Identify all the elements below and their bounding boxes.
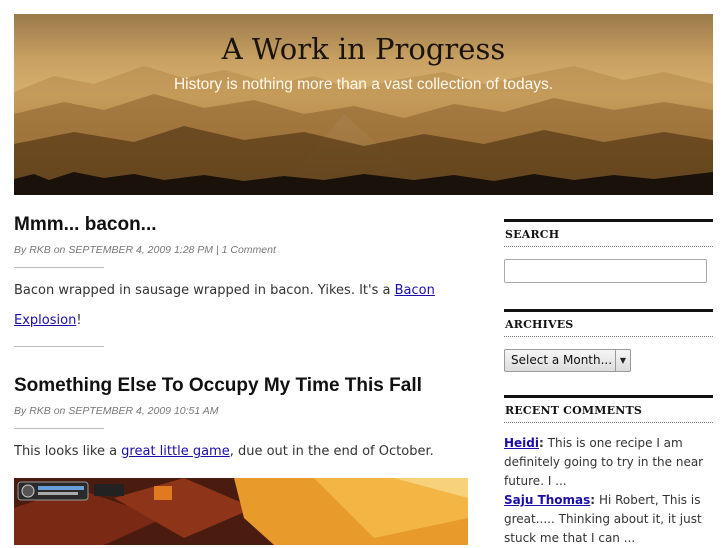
post-body-text: Bacon wrapped in sausage wrapped in baco… xyxy=(14,283,395,298)
comment-author-link[interactable]: Saju Thomas xyxy=(504,493,590,507)
post-author: RKB xyxy=(29,244,51,256)
recent-comment-item: Heidi: This is one recipe I am definitel… xyxy=(504,436,704,488)
search-widget: SEARCH xyxy=(504,219,713,247)
archives-select[interactable]: Select a Month... ▼ xyxy=(504,349,631,372)
post-title[interactable]: Something Else To Occupy My Time This Fa… xyxy=(14,375,422,397)
meta-separator: | xyxy=(215,244,219,256)
recent-comments-heading: RECENT COMMENTS xyxy=(504,395,713,423)
post-meta: By RKB on SEPTEMBER 4, 2009 10:51 AM xyxy=(14,405,219,417)
search-input[interactable] xyxy=(504,259,707,283)
post-body-text: This looks like a xyxy=(14,444,122,459)
post-date: SEPTEMBER 4, 2009 1:28 PM xyxy=(68,244,214,256)
post-body-end: , due out in the end of October. xyxy=(229,444,434,459)
archives-heading: ARCHIVES xyxy=(504,309,713,337)
meta-by: By xyxy=(14,244,27,256)
chevron-down-icon: ▼ xyxy=(615,350,630,371)
header-banner: A Work in Progress History is nothing mo… xyxy=(14,14,713,195)
archives-select-value: Select a Month... xyxy=(511,353,613,367)
recent-comments-widget: RECENT COMMENTS xyxy=(504,395,713,423)
game-link[interactable]: great little game xyxy=(121,444,230,459)
post-title[interactable]: Mmm... bacon... xyxy=(14,214,157,236)
post-body: This looks like a great little game, due… xyxy=(14,437,464,467)
comment-author-link[interactable]: Heidi xyxy=(504,436,539,450)
meta-on: on xyxy=(53,405,66,417)
post-date: SEPTEMBER 4, 2009 10:51 AM xyxy=(68,405,219,417)
post-body-end: ! xyxy=(76,313,82,328)
meta-on: on xyxy=(53,244,66,256)
search-heading: SEARCH xyxy=(504,219,713,247)
site-title[interactable]: A Work in Progress xyxy=(14,32,713,66)
divider xyxy=(14,267,104,268)
archives-widget: ARCHIVES xyxy=(504,309,713,337)
divider xyxy=(14,428,104,429)
recent-comment-item: Saju Thomas: Hi Robert, This is great...… xyxy=(504,493,702,545)
post-body: Bacon wrapped in sausage wrapped in baco… xyxy=(14,276,454,336)
comments-link[interactable]: 1 Comment xyxy=(222,244,276,256)
post-author: RKB xyxy=(29,405,51,417)
site-tagline: History is nothing more than a vast coll… xyxy=(173,76,554,93)
meta-by: By xyxy=(14,405,27,417)
divider xyxy=(14,346,104,347)
game-screenshot-image[interactable] xyxy=(14,478,468,545)
post-meta: By RKB on SEPTEMBER 4, 2009 1:28 PM | 1 … xyxy=(14,244,276,256)
